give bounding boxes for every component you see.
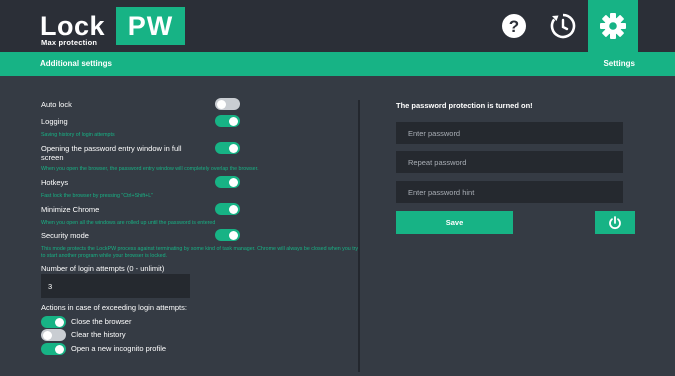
history-button[interactable] xyxy=(549,0,577,52)
fullscreen-hint: When you open the browser, the password … xyxy=(41,166,259,172)
settings-tab-button[interactable] xyxy=(588,0,638,52)
close-browser-toggle[interactable] xyxy=(41,316,66,328)
repeat-password-input[interactable]: Repeat password xyxy=(396,151,623,173)
auto-lock-label: Auto lock xyxy=(41,100,72,109)
password-hint-input[interactable]: Enter password hint xyxy=(396,181,623,203)
login-attempts-label: Number of login attempts (0 - unlimit) xyxy=(41,264,165,273)
logging-hint: Saving history of login attempts xyxy=(41,132,115,138)
help-icon: ? xyxy=(502,14,526,38)
history-icon xyxy=(550,13,576,39)
security-mode-hint: This mode protects the LockPW process ag… xyxy=(41,246,359,259)
save-button[interactable]: Save xyxy=(396,211,513,234)
logging-label: Logging xyxy=(41,117,68,126)
clear-history-toggle[interactable] xyxy=(41,329,66,341)
column-divider xyxy=(358,100,360,372)
password-input[interactable]: Enter password xyxy=(396,122,623,144)
fullscreen-label: Opening the password entry window in ful… xyxy=(41,144,182,162)
logo-subtitle: Max protection xyxy=(41,38,98,47)
minimize-chrome-label: Minimize Chrome xyxy=(41,205,100,214)
fullscreen-toggle[interactable] xyxy=(215,142,240,154)
logo-pw-badge: PW xyxy=(116,7,185,45)
login-attempts-input[interactable]: 3 xyxy=(41,274,190,298)
minimize-chrome-hint: When you open all the windows are rolled… xyxy=(41,220,216,226)
actions-title: Actions in case of exceeding login attem… xyxy=(41,303,187,312)
power-icon xyxy=(609,215,621,229)
hotkeys-toggle[interactable] xyxy=(215,176,240,188)
close-browser-label: Close the browser xyxy=(71,317,132,326)
security-mode-toggle[interactable] xyxy=(215,229,240,241)
gear-icon xyxy=(600,13,626,39)
power-button[interactable] xyxy=(595,211,635,234)
auto-lock-toggle[interactable] xyxy=(215,98,240,110)
svg-text:?: ? xyxy=(509,17,519,36)
minimize-chrome-toggle[interactable] xyxy=(215,203,240,215)
settings-link[interactable]: Settings xyxy=(603,59,635,68)
additional-settings-title: Additional settings xyxy=(40,59,112,68)
hotkeys-hint: Fast lock the browser by pressing "Ctrl+… xyxy=(41,193,154,199)
clear-history-label: Clear the history xyxy=(71,330,126,339)
logging-toggle[interactable] xyxy=(215,115,240,127)
sub-bar: Additional settings Settings xyxy=(0,52,675,76)
protection-status: The password protection is turned on! xyxy=(396,101,533,110)
incognito-label: Open a new incognito profile xyxy=(71,344,167,353)
incognito-toggle[interactable] xyxy=(41,343,66,355)
help-button[interactable]: ? xyxy=(500,0,528,52)
top-bar: Lock Max protection PW ? xyxy=(0,0,675,52)
hotkeys-label: Hotkeys xyxy=(41,178,69,187)
security-mode-label: Security mode xyxy=(41,231,89,240)
